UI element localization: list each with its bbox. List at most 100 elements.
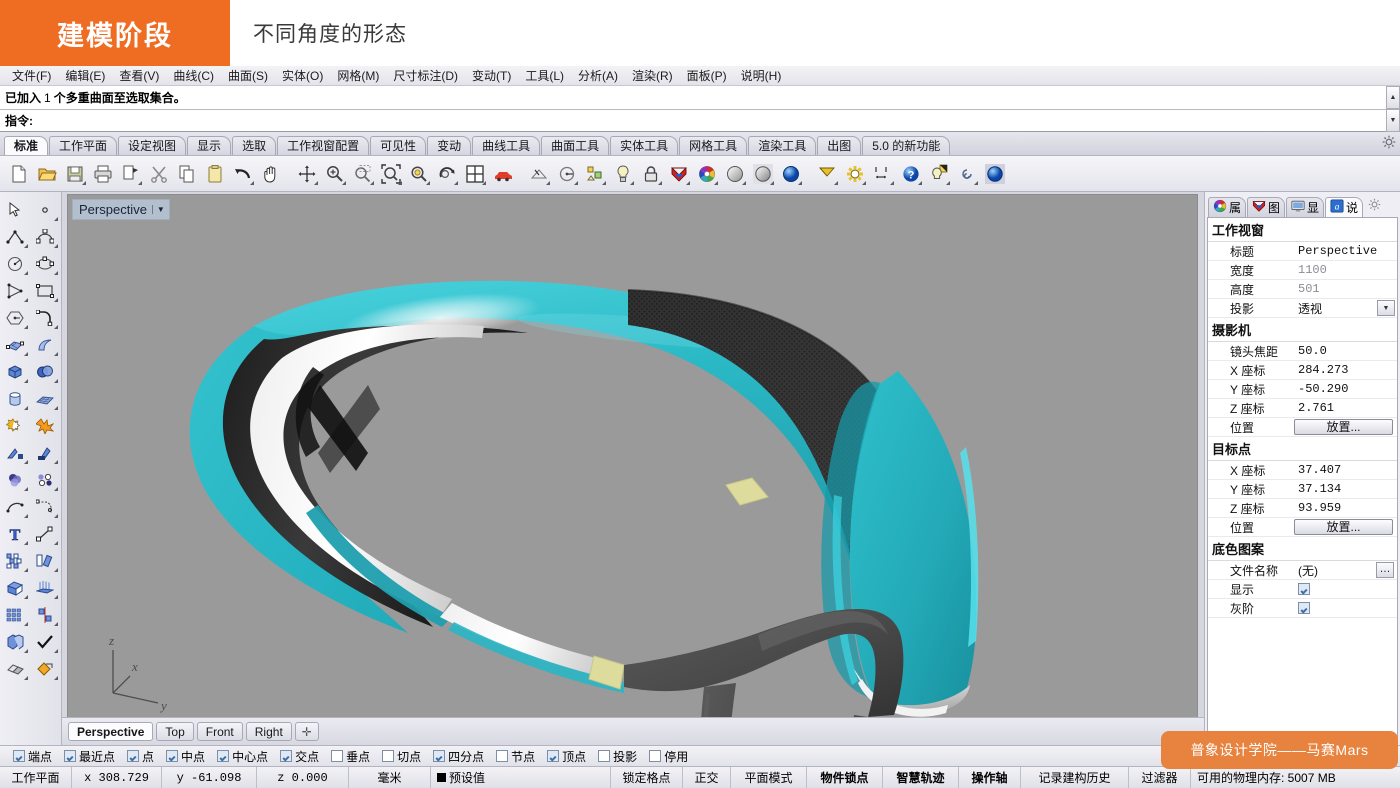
scroll-down-button[interactable]: ▼ <box>1386 109 1400 132</box>
wallpaper-browse-button[interactable]: … <box>1376 562 1394 578</box>
status-smarttrack[interactable]: 智慧轨迹 <box>883 767 959 788</box>
osnap-tangent-checkbox[interactable] <box>382 750 394 762</box>
row-target-y[interactable]: Y 座标 37.134 <box>1208 480 1397 499</box>
polyline-icon[interactable] <box>0 223 30 250</box>
status-layer-label[interactable]: 预设值 <box>449 769 485 786</box>
tab-curve-tools[interactable]: 曲线工具 <box>472 136 540 155</box>
value-camera-z[interactable]: 2.761 <box>1294 401 1397 415</box>
osnap-near[interactable]: 最近点 <box>59 748 120 765</box>
boolean-union-icon[interactable] <box>30 358 60 385</box>
menu-item-mesh[interactable]: 网格(M) <box>330 66 386 85</box>
new-file-icon[interactable] <box>6 161 32 187</box>
menu-item-tools[interactable]: 工具(L) <box>518 66 571 85</box>
tab-select[interactable]: 选取 <box>232 136 276 155</box>
row-wallpaper-gray[interactable]: 灰阶 <box>1208 599 1397 618</box>
camera-place-button[interactable]: 放置... <box>1294 419 1393 435</box>
projection-dropdown-chevron-down-icon[interactable]: ▼ <box>1377 300 1395 316</box>
osnap-vertex[interactable]: 顶点 <box>542 748 591 765</box>
osnap-knot[interactable]: 节点 <box>491 748 540 765</box>
chevron-down-icon[interactable]: ▼ <box>152 205 165 214</box>
scroll-up-button[interactable]: ▲ <box>1386 86 1400 109</box>
menu-item-edit[interactable]: 编辑(E) <box>58 66 112 85</box>
status-grid-snap[interactable]: 锁定格点 <box>611 767 683 788</box>
rotate-view-icon[interactable] <box>434 161 460 187</box>
osnap-knot-checkbox[interactable] <box>496 750 508 762</box>
viewport-tab-add[interactable]: ✛ <box>295 722 319 741</box>
panel-tab-layers[interactable]: 图 <box>1247 197 1285 217</box>
value-target-z[interactable]: 93.959 <box>1294 501 1397 515</box>
undo-icon[interactable] <box>230 161 256 187</box>
osnap-end-checkbox[interactable] <box>13 750 25 762</box>
tab-drafting[interactable]: 出图 <box>817 136 861 155</box>
osnap-intersection-checkbox[interactable] <box>280 750 292 762</box>
row-camera-x[interactable]: X 座标 284.273 <box>1208 361 1397 380</box>
menu-item-surface[interactable]: 曲面(S) <box>221 66 275 85</box>
point-icon[interactable] <box>30 196 60 223</box>
zoom-in-icon[interactable] <box>322 161 348 187</box>
flag-icon[interactable] <box>814 161 840 187</box>
row-target-z[interactable]: Z 座标 93.959 <box>1208 499 1397 518</box>
row-viewport-title[interactable]: 标题 Perspective <box>1208 242 1397 261</box>
explode-icon[interactable] <box>30 412 60 439</box>
osnap-project[interactable]: 投影 <box>593 748 642 765</box>
osnap-end[interactable]: 端点 <box>8 748 57 765</box>
row-wallpaper-filename[interactable]: 文件名称 (无) … <box>1208 561 1397 580</box>
wallpaper-show-checkbox[interactable] <box>1298 583 1310 595</box>
osnap-vertex-checkbox[interactable] <box>547 750 559 762</box>
osnap-mid[interactable]: 中点 <box>161 748 210 765</box>
panel-tab-display[interactable]: 显 <box>1286 197 1324 217</box>
copy-icon[interactable] <box>174 161 200 187</box>
curve-fillet-icon[interactable] <box>30 304 60 331</box>
shade-objects-icon[interactable] <box>0 655 30 682</box>
mesh-plane-icon[interactable] <box>30 385 60 412</box>
box-icon[interactable] <box>0 358 30 385</box>
osnap-quadrant[interactable]: 四分点 <box>428 748 489 765</box>
row-camera-lens[interactable]: 镜头焦距 50.0 <box>1208 342 1397 361</box>
perspective-viewport[interactable]: Perspective ▼ <box>67 194 1198 719</box>
spotlight-icon[interactable] <box>926 161 952 187</box>
panel-tab-help[interactable]: a 说 <box>1325 197 1363 217</box>
rectangle-icon[interactable] <box>30 277 60 304</box>
tab-transform[interactable]: 变动 <box>427 136 471 155</box>
osnap-quadrant-checkbox[interactable] <box>433 750 445 762</box>
tab-new-in-50[interactable]: 5.0 的新功能 <box>862 136 950 155</box>
circle-icon[interactable] <box>0 250 30 277</box>
render-objects-icon[interactable] <box>30 655 60 682</box>
row-target-place[interactable]: 位置 放置... <box>1208 518 1397 537</box>
tab-render-tools[interactable]: 渲染工具 <box>748 136 816 155</box>
value-camera-x[interactable]: 284.273 <box>1294 363 1397 377</box>
value-camera-y[interactable]: -50.290 <box>1294 382 1397 396</box>
swirl-icon[interactable] <box>954 161 980 187</box>
dimension-icon[interactable] <box>870 161 896 187</box>
save-file-icon[interactable] <box>62 161 88 187</box>
viewport-tab-right[interactable]: Right <box>246 722 292 741</box>
rotate-objects-icon[interactable] <box>30 547 60 574</box>
viewport-tab-front[interactable]: Front <box>197 722 243 741</box>
split-icon[interactable] <box>30 439 60 466</box>
row-viewport-projection[interactable]: 投影 透视 ▼ <box>1208 299 1397 318</box>
status-ortho[interactable]: 正交 <box>683 767 731 788</box>
scatter-points-icon[interactable] <box>30 466 60 493</box>
hexagon-icon[interactable] <box>0 304 30 331</box>
osnap-mid-checkbox[interactable] <box>166 750 178 762</box>
value-target-y[interactable]: 37.134 <box>1294 482 1397 496</box>
osnap-center[interactable]: 中心点 <box>212 748 273 765</box>
options-gear-icon[interactable] <box>842 161 868 187</box>
menu-item-view[interactable]: 查看(V) <box>112 66 166 85</box>
status-history[interactable]: 记录建构历史 <box>1021 767 1129 788</box>
osnap-tangent[interactable]: 切点 <box>377 748 426 765</box>
scale-icon[interactable] <box>30 520 60 547</box>
surface-sweep-icon[interactable] <box>30 331 60 358</box>
zoom-extents-icon[interactable] <box>378 161 404 187</box>
render-preview-icon[interactable] <box>750 161 776 187</box>
ellipse-icon[interactable] <box>30 250 60 277</box>
blend-colors-icon[interactable] <box>0 466 30 493</box>
render-car-icon[interactable] <box>490 161 516 187</box>
help-icon[interactable]: ? <box>898 161 924 187</box>
cut-icon[interactable] <box>146 161 172 187</box>
command-input[interactable] <box>33 112 1400 130</box>
tab-display[interactable]: 显示 <box>187 136 231 155</box>
loft-icon[interactable] <box>30 574 60 601</box>
toolbar-options-gear-icon[interactable] <box>1382 135 1396 152</box>
row-camera-place[interactable]: 位置 放置... <box>1208 418 1397 437</box>
